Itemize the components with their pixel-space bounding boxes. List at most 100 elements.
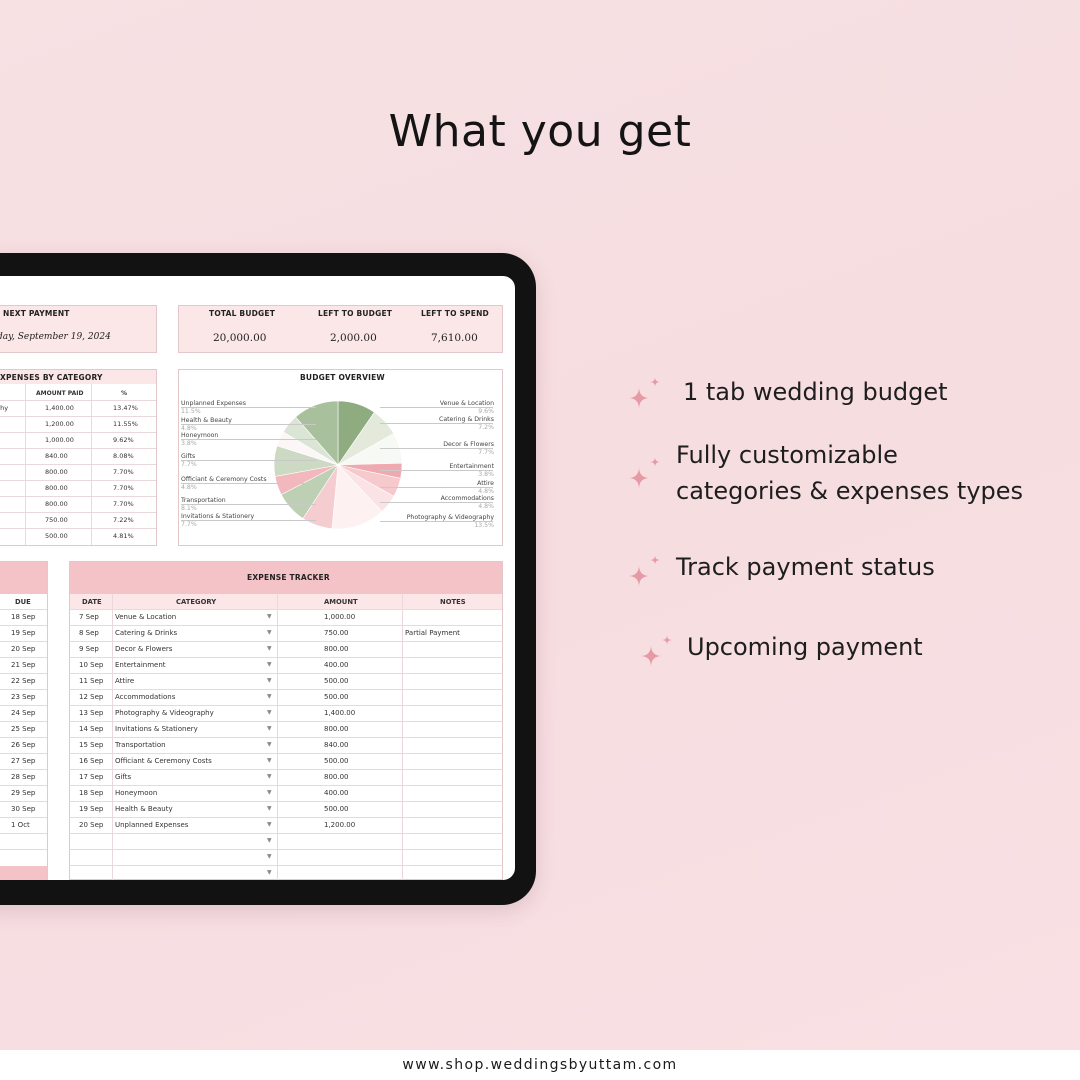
amount-cell[interactable]: 400.00 <box>324 789 349 797</box>
pct-cell[interactable]: 13.47% <box>113 404 138 412</box>
amount-paid-cell[interactable]: 1,400.00 <box>45 404 74 412</box>
amount-cell[interactable]: 500.00 <box>324 805 349 813</box>
due-date-cell[interactable]: 20 Sep <box>11 645 35 653</box>
date-cell[interactable]: 18 Sep <box>79 789 103 797</box>
pct-cell[interactable]: 7.70% <box>113 468 134 476</box>
chevron-down-icon[interactable]: ▼ <box>267 613 272 620</box>
left-to-budget-label: LEFT TO BUDGET <box>318 309 393 318</box>
row-divider <box>0 432 156 433</box>
pct-header: % <box>121 390 128 397</box>
date-cell[interactable]: 11 Sep <box>79 677 103 685</box>
chevron-down-icon[interactable]: ▼ <box>267 837 272 844</box>
chevron-down-icon[interactable]: ▼ <box>267 821 272 828</box>
amount-cell[interactable]: 500.00 <box>324 757 349 765</box>
pct-cell[interactable]: 11.55% <box>113 420 138 428</box>
due-date-cell[interactable]: 26 Sep <box>11 741 35 749</box>
date-cell[interactable]: 12 Sep <box>79 693 103 701</box>
amount-cell[interactable]: 800.00 <box>324 645 349 653</box>
category-cell[interactable]: Gifts <box>115 773 131 781</box>
amount-cell[interactable]: 840.00 <box>324 741 349 749</box>
date-cell[interactable]: 19 Sep <box>79 805 103 813</box>
chevron-down-icon[interactable]: ▼ <box>267 709 272 716</box>
amount-cell[interactable]: 800.00 <box>324 773 349 781</box>
chevron-down-icon[interactable]: ▼ <box>267 725 272 732</box>
date-cell[interactable]: 7 Sep <box>79 613 99 621</box>
expense-tracker-title: EXPENSE TRACKER <box>247 573 330 582</box>
amount-cell[interactable]: 1,200.00 <box>324 821 355 829</box>
category-cell[interactable]: Venue & Location <box>115 613 176 621</box>
due-date-cell[interactable]: 28 Sep <box>11 773 35 781</box>
category-cell[interactable]: Entertainment <box>115 661 166 669</box>
chevron-down-icon[interactable]: ▼ <box>267 869 272 876</box>
date-cell[interactable]: 15 Sep <box>79 741 103 749</box>
date-cell[interactable]: 16 Sep <box>79 757 103 765</box>
category-cell[interactable]: Invitations & Stationery <box>115 725 198 733</box>
amount-paid-cell[interactable]: 750.00 <box>45 516 68 524</box>
amount-cell[interactable]: 750.00 <box>324 629 349 637</box>
amount-cell[interactable]: 800.00 <box>324 725 349 733</box>
category-cell[interactable]: Officiant & Ceremony Costs <box>115 757 212 765</box>
date-cell[interactable]: 20 Sep <box>79 821 103 829</box>
chevron-down-icon[interactable]: ▼ <box>267 645 272 652</box>
due-date-cell[interactable]: 29 Sep <box>11 789 35 797</box>
amount-paid-cell[interactable]: 800.00 <box>45 468 68 476</box>
pct-cell[interactable]: 4.81% <box>113 532 134 540</box>
due-date-cell[interactable]: 21 Sep <box>11 661 35 669</box>
due-date-cell[interactable]: 23 Sep <box>11 693 35 701</box>
due-date-cell[interactable]: 18 Sep <box>11 613 35 621</box>
category-cell[interactable]: Attire <box>115 677 134 685</box>
date-cell[interactable]: 14 Sep <box>79 725 103 733</box>
amount-cell[interactable]: 500.00 <box>324 677 349 685</box>
chevron-down-icon[interactable]: ▼ <box>267 757 272 764</box>
category-cell[interactable]: Health & Beauty <box>115 805 173 813</box>
category-cell[interactable]: Catering & Drinks <box>115 629 177 637</box>
date-cell[interactable]: 9 Sep <box>79 645 99 653</box>
date-cell[interactable]: 8 Sep <box>79 629 99 637</box>
row-divider <box>70 753 502 754</box>
chevron-down-icon[interactable]: ▼ <box>267 773 272 780</box>
category-cell[interactable]: Accommodations <box>115 693 175 701</box>
category-cell[interactable]: Photography & Videography <box>115 709 214 717</box>
amount-paid-cell[interactable]: 800.00 <box>45 500 68 508</box>
amount-paid-cell[interactable]: 840.00 <box>45 452 68 460</box>
pct-cell[interactable]: 7.70% <box>113 484 134 492</box>
amount-cell[interactable]: 500.00 <box>324 693 349 701</box>
chevron-down-icon[interactable]: ▼ <box>267 661 272 668</box>
amount-cell[interactable]: 1,400.00 <box>324 709 355 717</box>
chevron-down-icon[interactable]: ▼ <box>267 805 272 812</box>
due-date-cell[interactable]: 22 Sep <box>11 677 35 685</box>
amount-cell[interactable]: 400.00 <box>324 661 349 669</box>
pct-cell[interactable]: 8.08% <box>113 452 134 460</box>
footer-url[interactable]: www.shop.weddingsbyuttam.com <box>0 1050 1080 1080</box>
category-cell[interactable]: Transportation <box>115 741 166 749</box>
category-cell[interactable]: Unplanned Expenses <box>115 821 188 829</box>
notes-cell[interactable]: Partial Payment <box>405 629 460 637</box>
due-date-cell[interactable]: 30 Sep <box>11 805 35 813</box>
amount-paid-cell[interactable]: 800.00 <box>45 484 68 492</box>
date-cell[interactable]: 10 Sep <box>79 661 103 669</box>
legend-leader-line <box>181 520 316 521</box>
chevron-down-icon[interactable]: ▼ <box>267 677 272 684</box>
due-date-cell[interactable]: 25 Sep <box>11 725 35 733</box>
chevron-down-icon[interactable]: ▼ <box>267 853 272 860</box>
date-cell[interactable]: 13 Sep <box>79 709 103 717</box>
chevron-down-icon[interactable]: ▼ <box>267 629 272 636</box>
chevron-down-icon[interactable]: ▼ <box>267 789 272 796</box>
amount-paid-cell[interactable]: 1,000.00 <box>45 436 74 444</box>
category-cell[interactable]: Decor & Flowers <box>115 645 172 653</box>
date-cell[interactable]: 17 Sep <box>79 773 103 781</box>
chevron-down-icon[interactable]: ▼ <box>267 693 272 700</box>
amount-paid-cell[interactable]: 500.00 <box>45 532 68 540</box>
due-date-cell[interactable]: 19 Sep <box>11 629 35 637</box>
pct-cell[interactable]: 7.70% <box>113 500 134 508</box>
due-date-cell[interactable]: 27 Sep <box>11 757 35 765</box>
amount-cell[interactable]: 1,000.00 <box>324 613 355 621</box>
category-cell[interactable]: Honeymoon <box>115 789 157 797</box>
chevron-down-icon[interactable]: ▼ <box>267 741 272 748</box>
pct-cell[interactable]: 7.22% <box>113 516 134 524</box>
pct-cell[interactable]: 9.62% <box>113 436 134 444</box>
due-date-cell[interactable]: 24 Sep <box>11 709 35 717</box>
expense-tracker-colhead-bar <box>70 594 502 609</box>
amount-paid-cell[interactable]: 1,200.00 <box>45 420 74 428</box>
due-date-cell[interactable]: 1 Oct <box>11 821 30 829</box>
